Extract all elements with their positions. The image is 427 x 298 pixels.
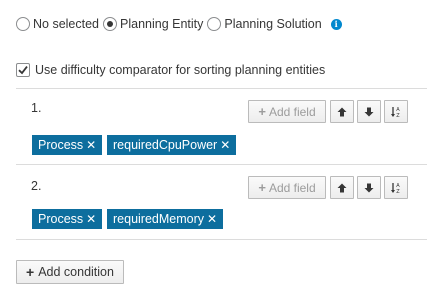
radio-no-selected-circle[interactable] (16, 17, 30, 31)
condition-block-2: 2. + Add field A Z Process ✕ requiredMem… (16, 164, 427, 240)
condition-number: 2. (31, 179, 42, 193)
sort-button[interactable]: A Z (384, 176, 408, 199)
remove-tag-icon[interactable]: ✕ (220, 138, 230, 152)
radio-planning-solution[interactable]: Planning Solution (207, 17, 322, 31)
remove-tag-icon[interactable]: ✕ (86, 212, 96, 226)
radio-planning-entity-circle[interactable] (103, 17, 118, 31)
add-field-label: Add field (268, 104, 316, 119)
add-field-button[interactable]: + Add field (248, 100, 326, 123)
checkmark-icon (18, 66, 28, 75)
field-tag-label: Process (38, 212, 84, 226)
sort-ascending-icon: A Z (391, 106, 400, 118)
add-condition-label: Add condition (38, 265, 114, 279)
field-tag-label: requiredMemory (113, 212, 205, 226)
difficulty-comparator-label: Use difficulty comparator for sorting pl… (35, 63, 326, 77)
add-field-button[interactable]: + Add field (248, 176, 326, 199)
plus-icon: + (258, 180, 266, 195)
move-up-button[interactable] (330, 176, 354, 199)
arrow-up-icon (337, 183, 347, 192)
field-tag-label: requiredCpuPower (113, 138, 218, 152)
arrow-down-icon (364, 107, 374, 116)
radio-planning-entity[interactable]: Planning Entity (103, 17, 203, 31)
field-tag-label: Process (38, 138, 84, 152)
field-tag: requiredCpuPower ✕ (107, 135, 237, 155)
move-up-button[interactable] (330, 100, 354, 123)
svg-text:Z: Z (396, 113, 400, 118)
radio-no-selected[interactable]: No selected (16, 17, 99, 31)
sort-button[interactable]: A Z (384, 100, 408, 123)
arrow-down-icon (364, 183, 374, 192)
field-tag: Process ✕ (32, 209, 103, 229)
remove-tag-icon[interactable]: ✕ (207, 212, 217, 226)
add-field-label: Add field (268, 180, 316, 195)
condition-number: 1. (31, 101, 42, 115)
plus-icon: + (26, 264, 35, 280)
radio-planning-entity-label: Planning Entity (120, 17, 204, 31)
radio-planning-solution-circle[interactable] (207, 17, 222, 31)
move-down-button[interactable] (357, 100, 381, 123)
difficulty-comparator-checkbox-row[interactable]: Use difficulty comparator for sorting pl… (16, 63, 325, 77)
sort-ascending-icon: A Z (391, 182, 400, 194)
arrow-up-icon (337, 107, 347, 116)
svg-text:Z: Z (396, 189, 400, 194)
remove-tag-icon[interactable]: ✕ (86, 138, 96, 152)
add-condition-button[interactable]: + Add condition (16, 260, 124, 284)
plus-icon: + (258, 104, 266, 119)
radio-no-selected-label: No selected (33, 17, 100, 31)
difficulty-comparator-checkbox[interactable] (16, 63, 30, 77)
info-icon[interactable]: i (330, 18, 342, 30)
condition-block-1: 1. + Add field A Z Process ✕ requiredCpu… (16, 88, 427, 164)
field-tag: requiredMemory ✕ (107, 209, 224, 229)
move-down-button[interactable] (357, 176, 381, 199)
field-tag: Process ✕ (32, 135, 103, 155)
entity-type-radio-group: No selected Planning Entity Planning Sol… (16, 14, 342, 34)
radio-planning-solution-label: Planning Solution (224, 17, 322, 31)
